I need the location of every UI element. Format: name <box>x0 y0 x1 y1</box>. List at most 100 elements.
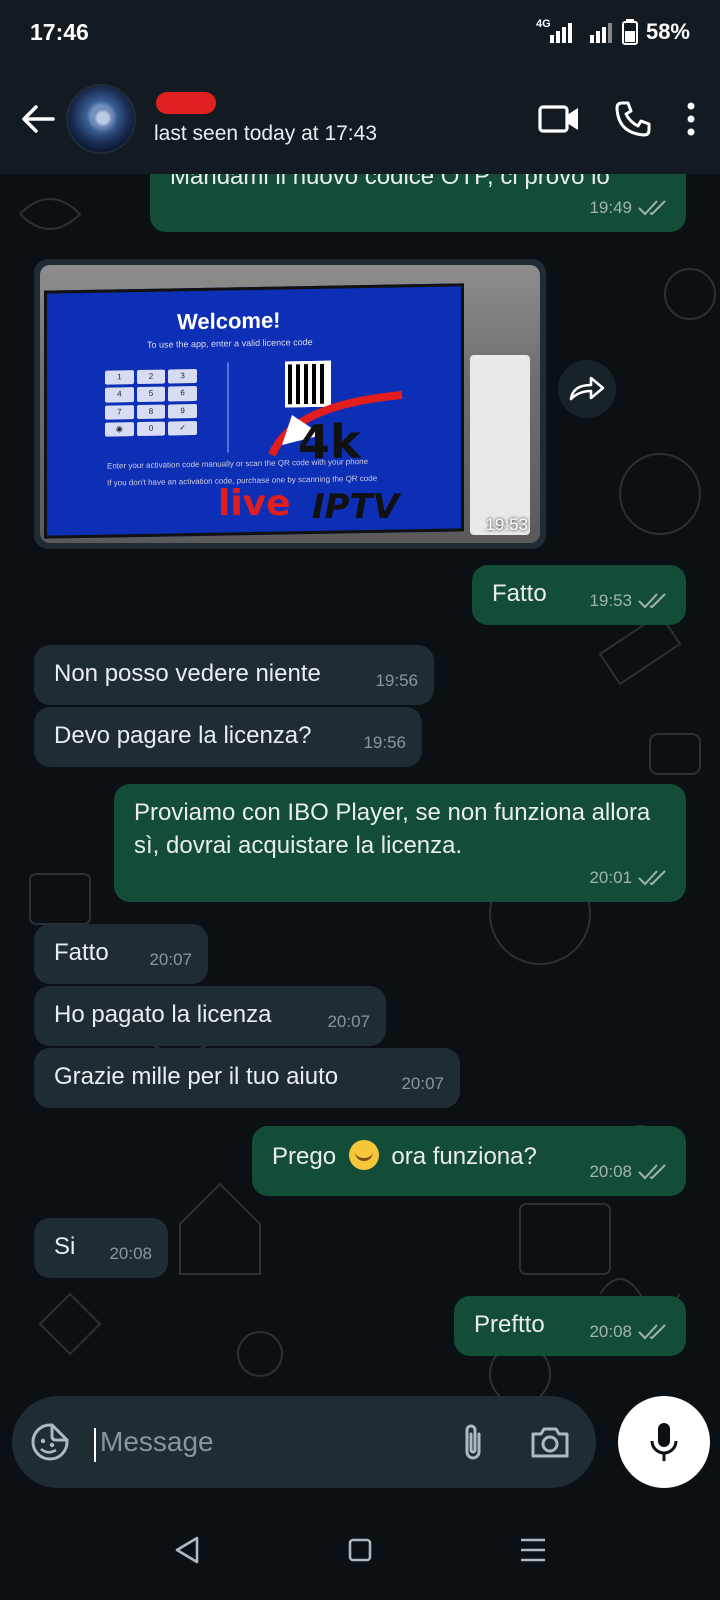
read-ticks-icon <box>638 592 666 608</box>
last-seen: last seen today at 17:43 <box>154 122 377 145</box>
message-text: Grazie mille per il tuo aiuto <box>54 1063 339 1090</box>
message-text-part: ora funziona? <box>391 1143 537 1170</box>
message-time: 19:53 <box>485 515 528 534</box>
sticker-icon <box>31 1423 69 1461</box>
nav-recents-button[interactable] <box>503 1520 563 1580</box>
message-meta: 20:07 <box>149 943 192 976</box>
phone-icon <box>615 101 651 137</box>
photo-fridge <box>470 355 530 535</box>
microphone-icon <box>650 1423 678 1461</box>
message-meta: 20:01 <box>589 861 670 894</box>
tv-keypad: 1 2 3 4 5 6 7 8 9 ◉ 0 ✓ <box>105 368 197 437</box>
message-outgoing[interactable]: Prego ora funziona? 20:08 <box>252 1126 686 1196</box>
back-button[interactable] <box>10 91 66 147</box>
message-meta: 19:56 <box>375 664 418 697</box>
more-options-button[interactable] <box>686 102 696 136</box>
contact-info[interactable]: last seen today at 17:43 <box>154 92 377 146</box>
status-time: 17:46 <box>30 18 89 45</box>
image-thumbnail[interactable]: Welcome! To use the app, enter a valid l… <box>40 265 540 543</box>
read-ticks-icon <box>638 869 666 885</box>
message-text: Ho pagato la licenza <box>54 1001 272 1028</box>
chat-area[interactable]: Mandami il nuovo codice OTP, ci provo io… <box>0 174 720 1396</box>
signal-icon <box>549 23 612 43</box>
menu-lines-icon <box>521 1538 546 1562</box>
camera-button[interactable] <box>530 1425 570 1459</box>
message-time: 20:08 <box>589 1162 632 1181</box>
message-text: Si <box>54 1233 76 1260</box>
message-time: 20:08 <box>109 1244 152 1263</box>
network-type: 4G <box>536 18 551 30</box>
message-meta: 19:56 <box>363 726 406 759</box>
message-time: 20:07 <box>401 1074 444 1093</box>
message-time: 19:53 <box>589 591 632 610</box>
logo-iptv: IPTV <box>312 487 400 527</box>
video-call-button[interactable] <box>538 104 580 134</box>
message-outgoing[interactable]: Preftto 20:08 <box>454 1296 686 1356</box>
chat-header: last seen today at 17:43 <box>0 64 720 174</box>
tv-divider <box>227 362 229 453</box>
voice-message-button[interactable] <box>618 1396 710 1488</box>
voice-call-button[interactable] <box>614 100 652 138</box>
message-meta: 20:07 <box>327 1005 370 1038</box>
avatar[interactable] <box>66 84 136 154</box>
attach-button[interactable] <box>460 1422 486 1462</box>
message-meta: 20:07 <box>401 1067 444 1100</box>
message-text: Proviamo con IBO Player, se non funziona… <box>134 799 651 859</box>
message-text: Mandami il nuovo codice OTP, ci provo io <box>170 174 610 190</box>
message-composer[interactable]: Message <box>12 1396 596 1488</box>
sticker-button[interactable] <box>30 1422 70 1462</box>
nav-home-button[interactable] <box>330 1520 390 1580</box>
nav-back-button[interactable] <box>157 1520 217 1580</box>
message-time: 19:49 <box>589 198 632 217</box>
message-text: Prego ora funziona? <box>272 1140 537 1173</box>
message-text: Fatto <box>54 939 109 966</box>
message-text-part: Prego <box>272 1143 337 1170</box>
message-time: 20:07 <box>149 950 192 969</box>
read-ticks-icon <box>638 1323 666 1339</box>
message-meta: 20:08 <box>109 1237 152 1270</box>
message-incoming[interactable]: Non posso vedere niente 19:56 <box>34 645 434 705</box>
forward-icon <box>569 376 605 401</box>
message-incoming[interactable]: Fatto 20:07 <box>34 924 208 984</box>
read-ticks-icon <box>638 1163 666 1179</box>
tv-welcome-text: Welcome! <box>177 307 281 335</box>
message-meta: 20:08 <box>589 1315 670 1348</box>
system-nav-bar <box>0 1500 720 1600</box>
status-indicators: 4G 58% <box>536 18 690 45</box>
contact-name-redacted <box>156 92 216 114</box>
message-outgoing[interactable]: Fatto 19:53 <box>472 565 686 625</box>
read-ticks-icon <box>638 199 666 215</box>
tv-subtitle: To use the app, enter a valid licence co… <box>147 336 313 350</box>
message-time: 20:01 <box>589 868 632 887</box>
message-time: 20:07 <box>327 1012 370 1031</box>
message-time: 20:08 <box>589 1322 632 1341</box>
message-meta: 19:49 <box>589 191 670 224</box>
message-outgoing[interactable]: Mandami il nuovo codice OTP, ci provo io… <box>150 174 686 232</box>
message-outgoing[interactable]: Proviamo con IBO Player, se non funziona… <box>114 784 686 902</box>
paperclip-icon <box>465 1424 481 1460</box>
message-time: 19:56 <box>363 733 406 752</box>
battery-icon <box>621 19 638 45</box>
message-incoming[interactable]: Ho pagato la licenza 20:07 <box>34 986 386 1046</box>
message-time: 19:56 <box>375 671 418 690</box>
logo-live: live <box>218 483 291 524</box>
message-text: Non posso vedere niente <box>54 660 321 687</box>
message-image[interactable]: Welcome! To use the app, enter a valid l… <box>34 259 546 549</box>
message-incoming[interactable]: Grazie mille per il tuo aiuto 20:07 <box>34 1048 460 1108</box>
hugging-face-emoji-icon <box>348 1140 379 1170</box>
square-home-icon <box>348 1538 372 1562</box>
message-text: Fatto <box>492 580 547 607</box>
message-text: Devo pagare la licenza? <box>54 722 312 749</box>
message-incoming[interactable]: Devo pagare la licenza? 19:56 <box>34 707 422 767</box>
triangle-back-icon <box>175 1536 198 1564</box>
message-text: Preftto <box>474 1311 545 1338</box>
forward-button[interactable] <box>558 360 616 418</box>
more-vert-icon <box>687 102 695 136</box>
message-incoming[interactable]: Si 20:08 <box>34 1218 168 1278</box>
logo-4k: 4k <box>298 415 361 469</box>
message-meta: 19:53 <box>589 584 670 617</box>
message-input[interactable]: Message <box>94 1426 460 1462</box>
message-meta: 20:08 <box>589 1155 670 1188</box>
arrow-left-icon <box>22 105 55 133</box>
status-bar: 17:46 4G 58% <box>0 0 720 64</box>
